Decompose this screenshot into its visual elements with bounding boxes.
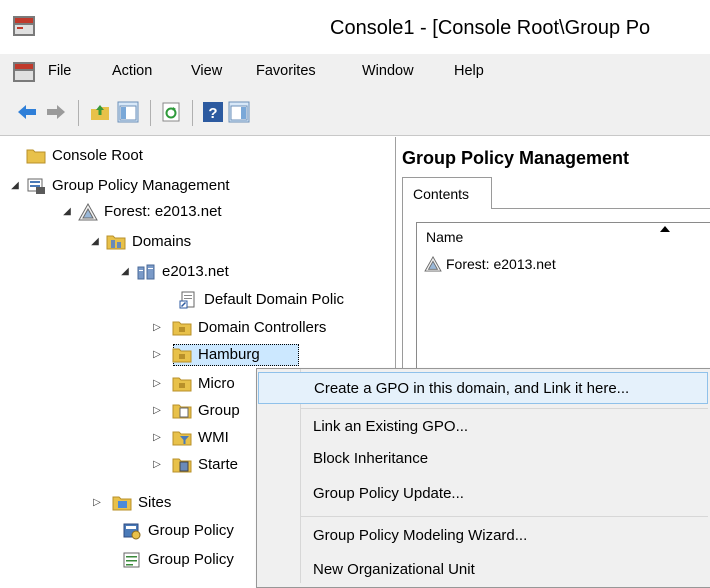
back-arrow-icon[interactable]	[16, 101, 38, 123]
tree-label: Group	[198, 402, 240, 419]
ctx-block-inheritance[interactable]: Block Inheritance	[258, 443, 708, 475]
domain-icon	[136, 263, 156, 281]
tree-node-gpm[interactable]: ◢ Group Policy Management	[8, 175, 230, 197]
tree-node-sites[interactable]: ▷ Sites	[90, 492, 171, 514]
expand-arrow-icon[interactable]: ▷	[150, 317, 164, 339]
column-header-name[interactable]: Name	[426, 229, 463, 245]
menu-favorites[interactable]: Favorites	[256, 63, 316, 79]
list-item[interactable]: Forest: e2013.net	[424, 256, 556, 272]
expand-arrow-icon[interactable]: ▷	[150, 454, 164, 476]
tree-label: Forest: e2013.net	[104, 203, 222, 220]
tree-node-console-root[interactable]: Console Root	[26, 145, 143, 167]
ctx-create-gpo-and-link[interactable]: Create a GPO in this domain, and Link it…	[258, 372, 708, 404]
starter-gpo-folder-icon	[172, 456, 192, 474]
svg-text:?: ?	[208, 105, 217, 122]
menu-bar	[0, 54, 710, 90]
help-icon[interactable]: ?	[202, 101, 224, 123]
console-menu-icon[interactable]	[12, 61, 36, 83]
mmc-app-icon[interactable]	[12, 14, 36, 38]
tree-label: WMI	[198, 429, 229, 446]
ou-folder-icon	[172, 375, 192, 393]
tree-label: Group Policy	[148, 551, 234, 568]
expand-arrow-icon[interactable]: ▷	[150, 427, 164, 449]
tree-label: Default Domain Polic	[204, 291, 345, 308]
ctx-link-existing-gpo[interactable]: Link an Existing GPO...	[258, 411, 708, 443]
wmi-filter-folder-icon	[172, 429, 192, 447]
toolbar-separator	[192, 100, 193, 126]
toolbar-separator	[78, 100, 79, 126]
list-item-label: Forest: e2013.net	[446, 256, 556, 272]
tree-label: Hamburg	[198, 346, 260, 363]
toolbar-separator	[150, 100, 151, 126]
tree-node-domains[interactable]: ◢ Domains	[88, 231, 191, 253]
tree-node-wmi-filters[interactable]: ▷ WMI	[150, 427, 229, 449]
ctx-modeling-wizard[interactable]: Group Policy Modeling Wizard...	[258, 520, 708, 552]
tree-label: e2013.net	[162, 263, 229, 280]
collapse-arrow-icon[interactable]: ◢	[118, 261, 132, 283]
result-pane-title: Group Policy Management	[402, 148, 630, 168]
results-icon	[122, 551, 142, 569]
ou-folder-icon	[172, 346, 192, 364]
tab-contents[interactable]: Contents	[402, 177, 492, 209]
menu-action[interactable]: Action	[112, 63, 152, 79]
tree-node-hamburg[interactable]: ▷ Hamburg	[150, 344, 260, 366]
forest-icon	[424, 256, 442, 272]
folder-icon	[26, 147, 46, 165]
show-hide-tree-icon[interactable]	[117, 101, 139, 123]
tree-label: Group Policy	[148, 522, 234, 539]
menu-file[interactable]: File	[48, 63, 71, 79]
domains-folder-icon	[106, 233, 126, 251]
refresh-icon[interactable]	[160, 101, 182, 123]
tree-node-domain-controllers[interactable]: ▷ Domain Controllers	[150, 317, 326, 339]
expand-arrow-icon[interactable]: ▷	[90, 492, 104, 514]
gpo-folder-icon	[172, 402, 192, 420]
window-title: Console1 - [Console Root\Group Po	[330, 17, 651, 39]
tree-node-starter-gpos[interactable]: ▷ Starte	[150, 454, 238, 476]
modeling-icon	[122, 522, 142, 540]
expand-arrow-icon[interactable]: ▷	[150, 373, 164, 395]
ctx-new-ou[interactable]: New Organizational Unit	[258, 554, 708, 586]
collapse-arrow-icon[interactable]: ◢	[88, 231, 102, 253]
tree-label: Sites	[138, 494, 172, 511]
tree-label: Domain Controllers	[198, 319, 327, 336]
tree-label: Console Root	[52, 147, 143, 164]
forest-icon	[78, 202, 98, 221]
tree-node-micro[interactable]: ▷ Micro	[150, 373, 235, 395]
menu-window[interactable]: Window	[362, 63, 414, 79]
collapse-arrow-icon[interactable]: ◢	[8, 175, 22, 197]
tree-label: Group Policy Management	[52, 177, 230, 194]
tree-label: Micro	[198, 375, 235, 392]
group-policy-management-icon	[26, 177, 46, 195]
tree-label: Starte	[198, 456, 239, 473]
tree-node-group-policy-objects[interactable]: ▷ Group	[150, 400, 240, 422]
tree-node-forest[interactable]: ◢ Forest: e2013.net	[60, 201, 222, 223]
sites-folder-icon	[112, 494, 132, 512]
forward-arrow-icon[interactable]	[45, 101, 67, 123]
up-folder-icon[interactable]	[89, 101, 111, 123]
collapse-arrow-icon[interactable]: ◢	[60, 201, 74, 223]
context-menu-separator	[300, 408, 708, 409]
ou-folder-icon	[172, 319, 192, 337]
sort-ascending-icon	[660, 226, 670, 232]
tree-label: Domains	[132, 233, 192, 250]
tree-node-gp-modeling[interactable]: Group Policy	[122, 520, 234, 542]
tree-node-default-domain-policy[interactable]: Default Domain Polic	[178, 289, 344, 311]
show-action-pane-icon[interactable]	[228, 101, 250, 123]
gpo-link-icon	[178, 291, 198, 309]
tree-node-gp-results[interactable]: Group Policy	[122, 549, 234, 571]
expand-arrow-icon[interactable]: ▷	[150, 344, 164, 366]
menu-help[interactable]: Help	[454, 63, 484, 79]
menu-view[interactable]: View	[191, 63, 222, 79]
context-menu-separator	[300, 516, 708, 517]
expand-arrow-icon[interactable]: ▷	[150, 400, 164, 422]
tree-node-domain-e2013[interactable]: ◢ e2013.net	[118, 261, 229, 283]
ctx-group-policy-update[interactable]: Group Policy Update...	[258, 478, 708, 510]
